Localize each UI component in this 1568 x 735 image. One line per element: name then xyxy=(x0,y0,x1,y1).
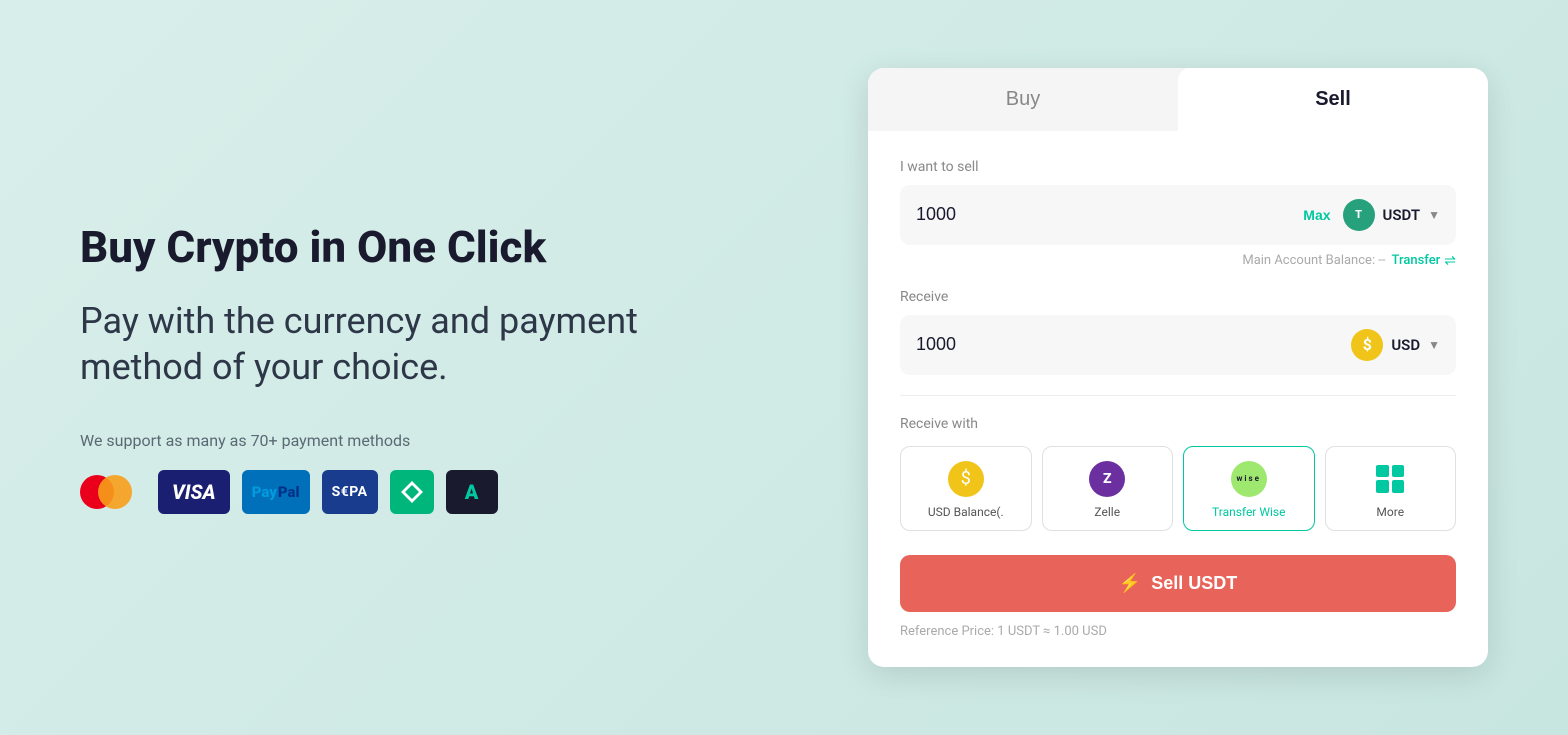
sell-amount-input[interactable] xyxy=(916,204,1303,225)
transfer-arrow-icon: ⇌ xyxy=(1444,253,1456,269)
sell-button[interactable]: ⚡ Sell USDT xyxy=(900,555,1456,612)
sell-currency-chevron: ▼ xyxy=(1428,208,1440,222)
tab-bar: Buy Sell xyxy=(868,68,1488,131)
sell-button-label: Sell USDT xyxy=(1151,573,1237,594)
payment-method-zelle[interactable]: Z Zelle xyxy=(1042,446,1174,532)
sell-currency-name: USDT xyxy=(1383,206,1421,224)
card-body: I want to sell Max T USDT ▼ Main Account… xyxy=(868,131,1488,668)
right-section: Buy Sell I want to sell Max T USDT ▼ xyxy=(868,68,1488,668)
payment-logos: VISA PayPal S€PA A xyxy=(80,470,808,514)
usd-balance-label: USD Balance(. xyxy=(928,505,1004,521)
zelle-label: Zelle xyxy=(1094,505,1120,521)
paypal-logo: PayPal xyxy=(242,470,310,514)
balance-row: Main Account Balance: -- Transfer ⇌ xyxy=(900,253,1456,269)
max-button[interactable]: Max xyxy=(1303,207,1330,223)
payment-methods-grid: $ USD Balance(. Z Zelle wise xyxy=(900,446,1456,532)
payment-method-usd-balance[interactable]: $ USD Balance(. xyxy=(900,446,1032,532)
receive-currency-selector[interactable]: $ USD ▼ xyxy=(1351,329,1440,361)
klarna-logo xyxy=(390,470,434,514)
mastercard-logo xyxy=(80,470,146,514)
transfer-link[interactable]: Transfer ⇌ xyxy=(1392,253,1457,269)
more-grid-icon xyxy=(1372,461,1408,497)
usd-balance-icon: $ xyxy=(948,461,984,497)
tab-buy[interactable]: Buy xyxy=(868,68,1178,131)
receive-input-row: $ USD ▼ xyxy=(900,315,1456,375)
trade-card: Buy Sell I want to sell Max T USDT ▼ xyxy=(868,68,1488,668)
sell-input-row: Max T USDT ▼ xyxy=(900,185,1456,245)
usd-icon: $ xyxy=(1351,329,1383,361)
usdt-icon: T xyxy=(1343,199,1375,231)
payment-support-text: We support as many as 70+ payment method… xyxy=(80,431,808,450)
sell-currency-selector[interactable]: T USDT ▼ xyxy=(1343,199,1440,231)
receive-amount-input[interactable] xyxy=(916,334,1351,355)
lightning-icon: ⚡ xyxy=(1119,573,1141,594)
receive-label: Receive xyxy=(900,289,1456,305)
sepa-logo: S€PA xyxy=(322,470,378,514)
tab-sell[interactable]: Sell xyxy=(1178,68,1488,131)
balance-text: Main Account Balance: -- xyxy=(1242,253,1385,268)
astropay-logo: A xyxy=(446,470,498,514)
receive-with-label: Receive with xyxy=(900,416,1456,432)
hero-subtitle: Pay with the currency and paymentmethod … xyxy=(80,298,808,392)
zelle-icon: Z xyxy=(1089,461,1125,497)
wise-icon: wise xyxy=(1231,461,1267,497)
reference-price: Reference Price: 1 USDT ≈ 1.00 USD xyxy=(900,624,1456,639)
wise-label: Transfer Wise xyxy=(1212,505,1285,521)
page-wrapper: Buy Crypto in One Click Pay with the cur… xyxy=(0,0,1568,735)
section-divider xyxy=(900,395,1456,396)
transfer-label: Transfer xyxy=(1392,253,1441,268)
hero-title: Buy Crypto in One Click xyxy=(80,221,808,274)
receive-currency-name: USD xyxy=(1391,336,1420,354)
payment-method-more[interactable]: More xyxy=(1325,446,1457,532)
receive-currency-chevron: ▼ xyxy=(1428,338,1440,352)
payment-method-transferwise[interactable]: wise Transfer Wise xyxy=(1183,446,1315,532)
visa-logo: VISA xyxy=(158,470,230,514)
more-label: More xyxy=(1376,505,1404,521)
left-section: Buy Crypto in One Click Pay with the cur… xyxy=(80,221,868,514)
sell-label: I want to sell xyxy=(900,159,1456,175)
